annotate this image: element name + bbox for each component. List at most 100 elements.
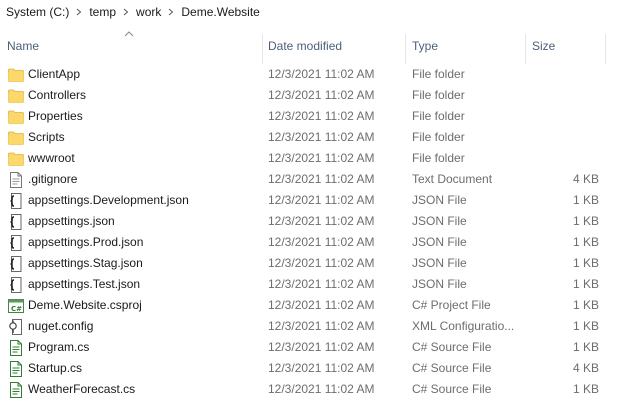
file-size bbox=[526, 85, 599, 106]
file-type: XML Configuratio... bbox=[412, 319, 515, 333]
file-row[interactable]: ClientApp 12/3/2021 11:02 AM File folder bbox=[0, 64, 619, 85]
file-date-modified: 12/3/2021 11:02 AM bbox=[268, 361, 375, 375]
file-size: 1 KB bbox=[572, 277, 599, 291]
file-date-modified: 12/3/2021 11:02 AM bbox=[268, 151, 375, 165]
file-name: ClientApp bbox=[28, 67, 81, 81]
config-file-icon bbox=[8, 316, 24, 337]
file-date-modified: 12/3/2021 11:02 AM bbox=[268, 109, 375, 123]
file-row[interactable]: nuget.config 12/3/2021 11:02 AM XML Conf… bbox=[0, 316, 619, 337]
file-type: JSON File bbox=[412, 277, 467, 291]
file-row[interactable]: appsettings.Stag.json 12/3/2021 11:02 AM… bbox=[0, 253, 619, 274]
file-size bbox=[526, 64, 599, 85]
folder-icon bbox=[8, 85, 24, 106]
folder-icon bbox=[8, 148, 24, 169]
file-size: 1 KB bbox=[572, 382, 599, 396]
file-size: 4 KB bbox=[572, 172, 599, 186]
file-name: Scripts bbox=[28, 130, 65, 144]
file-row[interactable]: appsettings.json 12/3/2021 11:02 AM JSON… bbox=[0, 211, 619, 232]
svg-text:C#: C# bbox=[11, 305, 22, 313]
file-row[interactable]: Program.cs 12/3/2021 11:02 AM C# Source … bbox=[0, 337, 619, 358]
column-divider[interactable] bbox=[605, 34, 606, 64]
file-row[interactable]: Controllers 12/3/2021 11:02 AM File fold… bbox=[0, 85, 619, 106]
file-size bbox=[526, 127, 599, 148]
file-date-modified: 12/3/2021 11:02 AM bbox=[268, 67, 375, 81]
file-date-modified: 12/3/2021 11:02 AM bbox=[268, 277, 375, 291]
file-date-modified: 12/3/2021 11:02 AM bbox=[268, 298, 375, 312]
file-size: 4 KB bbox=[572, 361, 599, 375]
file-row[interactable]: appsettings.Test.json 12/3/2021 11:02 AM… bbox=[0, 274, 619, 295]
column-header-size[interactable]: Size bbox=[526, 28, 606, 64]
file-list: ClientApp 12/3/2021 11:02 AM File folder… bbox=[0, 64, 619, 400]
file-name: appsettings.Test.json bbox=[28, 277, 141, 291]
file-date-modified: 12/3/2021 11:02 AM bbox=[268, 130, 375, 144]
column-header-size-label: Size bbox=[532, 39, 556, 53]
file-name: wwwroot bbox=[28, 151, 75, 165]
file-type: File folder bbox=[412, 67, 465, 81]
file-size bbox=[526, 148, 599, 169]
column-header-date-label: Date modified bbox=[268, 39, 343, 53]
file-row[interactable]: wwwroot 12/3/2021 11:02 AM File folder bbox=[0, 148, 619, 169]
file-date-modified: 12/3/2021 11:02 AM bbox=[268, 382, 375, 396]
file-row[interactable]: C# Deme.Website.csproj 12/3/2021 11:02 A… bbox=[0, 295, 619, 316]
json-file-icon bbox=[8, 190, 24, 211]
file-size: 1 KB bbox=[572, 256, 599, 270]
file-type: C# Project File bbox=[412, 298, 491, 312]
file-type: File folder bbox=[412, 109, 465, 123]
column-header-type[interactable]: Type bbox=[406, 28, 526, 64]
chevron-right-icon[interactable] bbox=[165, 6, 177, 18]
column-header-type-label: Type bbox=[412, 39, 439, 53]
cs-file-icon bbox=[8, 358, 24, 379]
file-type: JSON File bbox=[412, 235, 467, 249]
file-type: File folder bbox=[412, 88, 465, 102]
column-header-name-label: Name bbox=[7, 39, 40, 53]
folder-icon bbox=[8, 64, 24, 85]
folder-icon bbox=[8, 106, 24, 127]
file-date-modified: 12/3/2021 11:02 AM bbox=[268, 340, 375, 354]
json-file-icon bbox=[8, 253, 24, 274]
text-file-icon bbox=[8, 169, 24, 190]
file-name: .gitignore bbox=[28, 172, 78, 186]
file-type: File folder bbox=[412, 151, 465, 165]
file-size: 1 KB bbox=[572, 340, 599, 354]
file-name: appsettings.Stag.json bbox=[28, 256, 143, 270]
file-size: 1 KB bbox=[572, 235, 599, 249]
cs-file-icon bbox=[8, 379, 24, 400]
file-name: WeatherForecast.cs bbox=[28, 382, 136, 396]
breadcrumb-item-drive[interactable]: System (C:) bbox=[0, 5, 73, 19]
file-name: nuget.config bbox=[28, 319, 94, 333]
file-type: C# Source File bbox=[412, 340, 492, 354]
file-row[interactable]: Scripts 12/3/2021 11:02 AM File folder bbox=[0, 127, 619, 148]
breadcrumb-item-temp[interactable]: temp bbox=[85, 5, 120, 19]
json-file-icon bbox=[8, 232, 24, 253]
breadcrumb-item-work[interactable]: work bbox=[132, 5, 165, 19]
column-header-date-modified[interactable]: Date modified bbox=[263, 28, 406, 64]
file-name: Deme.Website.csproj bbox=[28, 298, 142, 312]
file-type: JSON File bbox=[412, 214, 467, 228]
chevron-right-icon[interactable] bbox=[120, 6, 132, 18]
file-row[interactable]: WeatherForecast.cs 12/3/2021 11:02 AM C#… bbox=[0, 379, 619, 400]
chevron-right-icon[interactable] bbox=[73, 6, 85, 18]
file-type: C# Source File bbox=[412, 382, 492, 396]
file-name: Program.cs bbox=[28, 340, 90, 354]
folder-icon bbox=[8, 127, 24, 148]
file-date-modified: 12/3/2021 11:02 AM bbox=[268, 88, 375, 102]
file-name: appsettings.json bbox=[28, 214, 115, 228]
file-size bbox=[526, 106, 599, 127]
file-size: 1 KB bbox=[572, 319, 599, 333]
cs-file-icon bbox=[8, 337, 24, 358]
file-row[interactable]: Properties 12/3/2021 11:02 AM File folde… bbox=[0, 106, 619, 127]
file-size: 1 KB bbox=[572, 214, 599, 228]
file-row[interactable]: .gitignore 12/3/2021 11:02 AM Text Docum… bbox=[0, 169, 619, 190]
file-row[interactable]: Startup.cs 12/3/2021 11:02 AM C# Source … bbox=[0, 358, 619, 379]
file-name: appsettings.Prod.json bbox=[28, 235, 144, 249]
file-type: JSON File bbox=[412, 256, 467, 270]
file-row[interactable]: appsettings.Prod.json 12/3/2021 11:02 AM… bbox=[0, 232, 619, 253]
file-date-modified: 12/3/2021 11:02 AM bbox=[268, 214, 375, 228]
file-row[interactable]: appsettings.Development.json 12/3/2021 1… bbox=[0, 190, 619, 211]
breadcrumb-item-current-folder[interactable]: Deme.Website bbox=[177, 5, 263, 19]
file-type: JSON File bbox=[412, 193, 467, 207]
csproj-file-icon: C# bbox=[8, 295, 24, 316]
file-date-modified: 12/3/2021 11:02 AM bbox=[268, 193, 375, 207]
file-explorer-window: System (C:) temp work Deme.Website Name … bbox=[0, 0, 619, 409]
column-header-name[interactable]: Name bbox=[0, 28, 263, 64]
